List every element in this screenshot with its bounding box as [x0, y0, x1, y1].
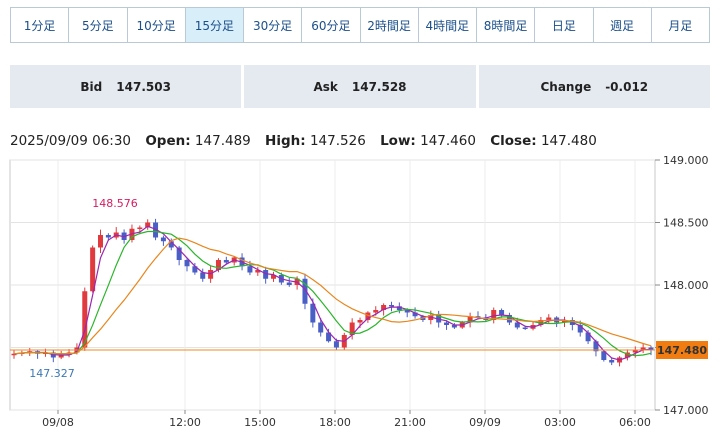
tab-0[interactable]: 1分足 [11, 8, 70, 42]
x-tick-label: 15:00 [244, 416, 276, 429]
candle-body [286, 282, 292, 285]
candle-body [388, 305, 394, 307]
price-chart[interactable]: 149.000148.500148.000147.500147.00009/08… [0, 150, 720, 433]
candle-body [160, 237, 166, 242]
tab-4[interactable]: 30分足 [244, 8, 303, 42]
tab-3[interactable]: 15分足 [185, 8, 244, 42]
candle-body [137, 227, 143, 229]
candle-body [373, 310, 379, 313]
change-value: -0.012 [605, 79, 649, 94]
y-tick-label: 149.000 [663, 154, 709, 167]
change-label: Change [540, 79, 592, 94]
bid-label: Bid [80, 79, 103, 94]
candle-body [184, 260, 190, 267]
candle-body [208, 270, 214, 279]
candle-body [585, 332, 591, 342]
x-tick-label: 18:00 [319, 416, 351, 429]
tab-9[interactable]: 日足 [535, 8, 594, 42]
open-value: 147.489 [194, 133, 251, 149]
candle-body [522, 327, 528, 329]
y-tick-label: 148.500 [663, 217, 709, 230]
high-value: 147.526 [309, 133, 366, 149]
timeframe-tabs: 1分足 5分足 10分足 15分足 30分足 60分足 2時間足 4時間足 8時間足 日足 週足 月足 [10, 7, 710, 43]
ask-box: Ask 147.528 [244, 65, 476, 108]
tab-2[interactable]: 10分足 [128, 8, 186, 42]
candle-body [223, 260, 229, 263]
last-price-label: 147.480 [657, 344, 707, 357]
y-tick-label: 148.000 [663, 279, 709, 292]
tab-5[interactable]: 60分足 [302, 8, 361, 42]
x-tick-label: 06:00 [619, 416, 651, 429]
candle-body [105, 235, 111, 238]
low-value: 147.460 [420, 133, 476, 149]
close-value: 147.480 [540, 133, 597, 149]
open-label: Open: [145, 133, 191, 149]
tab-10[interactable]: 週足 [594, 8, 652, 42]
candle-body [333, 341, 339, 348]
candle-body [357, 320, 363, 323]
x-tick-label: 12:00 [169, 416, 201, 429]
ask-value: 147.528 [351, 79, 407, 94]
tab-8[interactable]: 8時間足 [477, 8, 536, 42]
x-tick-label: 09/08 [42, 416, 74, 429]
tab-1[interactable]: 5分足 [69, 8, 128, 42]
low-label: Low: [380, 133, 416, 149]
change-box: Change -0.012 [478, 65, 710, 108]
x-tick-label: 21:00 [394, 416, 426, 429]
low-annotation: 147.327 [29, 367, 75, 380]
bid-value: 147.503 [116, 79, 171, 94]
candle-body [444, 322, 450, 325]
tab-7[interactable]: 4時間足 [419, 8, 477, 42]
ohlc-readout: 2025/09/09 06:30 Open: 147.489 High: 147… [10, 133, 597, 149]
high-label: High: [265, 133, 306, 149]
candle-body [318, 322, 324, 333]
candle-body [499, 310, 505, 315]
quote-bar: Bid 147.503 Ask 147.528 Change -0.012 [10, 65, 710, 108]
x-tick-label: 03:00 [544, 416, 576, 429]
x-tick-label: 09/09 [469, 416, 501, 429]
ohlc-datetime: 2025/09/09 06:30 [10, 133, 132, 149]
candle-body [98, 235, 104, 248]
close-label: Close: [490, 133, 537, 149]
high-annotation: 148.576 [92, 197, 138, 210]
y-tick-label: 147.000 [663, 404, 709, 417]
tab-6[interactable]: 2時間足 [361, 8, 419, 42]
tab-11[interactable]: 月足 [652, 8, 709, 42]
candle-body [609, 360, 615, 363]
candle-body [200, 272, 206, 279]
candle-body [247, 266, 253, 273]
ask-label: Ask [313, 79, 338, 94]
bid-box: Bid 147.503 [10, 65, 242, 108]
